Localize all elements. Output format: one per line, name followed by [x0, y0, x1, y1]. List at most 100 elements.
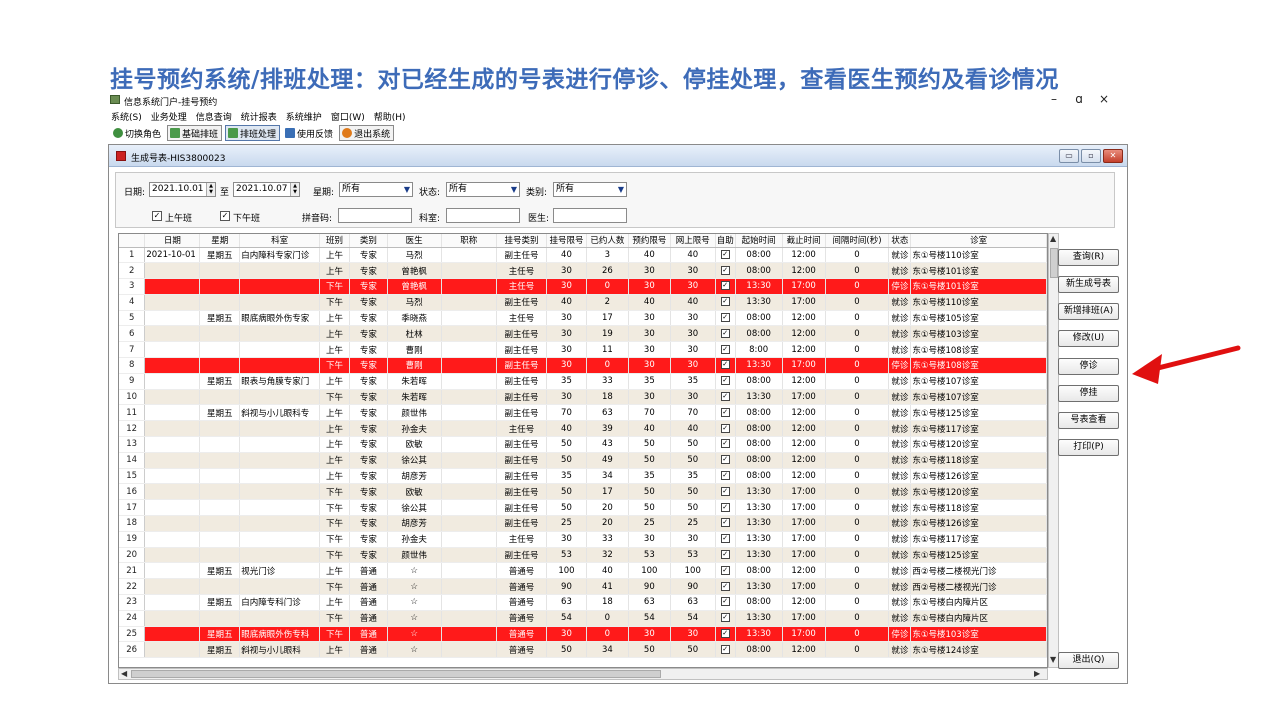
self-service-checkbox[interactable]: ✓	[720, 376, 730, 386]
self-service-checkbox[interactable]: ✓	[720, 265, 730, 275]
self-service-checkbox[interactable]: ✓	[720, 249, 730, 259]
column-header[interactable]: 预约限号	[628, 234, 671, 248]
switch-role-button[interactable]: 切换角色	[111, 125, 164, 141]
menu-maintenance[interactable]: 系统维护	[286, 110, 322, 123]
table-row[interactable]: 26 星期五 斜视与小儿眼科 上午 普通 ☆ 普通号 50 34 50 50 ✓ 08:00 12:00 0…	[119, 641, 1047, 659]
new-schedule-button[interactable]: 新生成号表	[1058, 276, 1119, 293]
scroll-right-icon[interactable]: ▶	[1034, 669, 1040, 678]
dept-input[interactable]	[446, 208, 520, 223]
table-row[interactable]: 16 下午 专家 欧敏 副主任号 50 17 50 50 ✓ 13:30 17:00 0 就诊 东①号楼12…	[119, 483, 1047, 501]
table-row[interactable]: 10 下午 专家 朱若晖 副主任号 30 18 30 30 ✓ 13:30 17:00 0 就诊 东①号楼1…	[119, 389, 1047, 406]
modify-button[interactable]: 修改(U)	[1058, 330, 1119, 347]
column-header[interactable]: 间隔时间(秒)	[825, 234, 890, 248]
self-service-checkbox[interactable]: ✓	[720, 407, 730, 417]
self-service-checkbox[interactable]: ✓	[720, 613, 730, 623]
horizontal-scroll-thumb[interactable]	[131, 670, 661, 678]
table-row[interactable]: 3 下午 专家 曾艳枫 主任号 30 0 30 30 ✓ 13:30 17:00 0 停诊 东①号楼101诊…	[119, 278, 1047, 295]
column-header[interactable]: 挂号类别	[496, 234, 547, 248]
menu-reports[interactable]: 统计报表	[241, 110, 277, 123]
stop-clinic-button[interactable]: 停诊	[1058, 358, 1119, 375]
table-row[interactable]: 17 下午 专家 徐公其 副主任号 50 20 50 50 ✓ 13:30 17:00 0 就诊 东①号楼1…	[119, 499, 1047, 517]
menu-help[interactable]: 帮助(H)	[374, 110, 406, 123]
column-header[interactable]: 医生	[387, 234, 442, 248]
column-header[interactable]	[119, 234, 146, 248]
restore-icon[interactable]: ▫	[1081, 149, 1101, 163]
table-row[interactable]: 19 下午 专家 孙金夫 主任号 30 33 30 30 ✓ 13:30 17:00 0 就诊 东①号楼11…	[119, 531, 1047, 548]
date-from-input[interactable]: 2021.10.01 ▲ ▼	[149, 182, 216, 197]
table-row[interactable]: 4 下午 专家 马烈 副主任号 40 2 40 40 ✓ 13:30 17:00 0 就诊 东①号楼110诊…	[119, 294, 1047, 311]
table-row[interactable]: 2 上午 专家 曾艳枫 主任号 30 26 30 30 ✓ 08:00 12:00 0 就诊 东①号楼101…	[119, 262, 1047, 280]
self-service-checkbox[interactable]: ✓	[720, 597, 730, 607]
table-row[interactable]: 21 星期五 视光门诊 上午 普通 ☆ 普通号 100 40 100 100 ✓ 08:00 12:00 0…	[119, 562, 1047, 580]
column-header[interactable]: 网上限号	[670, 234, 716, 248]
add-schedule-button[interactable]: 新增排班(A)	[1058, 303, 1119, 320]
close-icon[interactable]: ✕	[1103, 149, 1123, 163]
window-maximize-icon[interactable]: ɑ	[1069, 92, 1089, 106]
self-service-checkbox[interactable]: ✓	[720, 534, 730, 544]
self-service-checkbox[interactable]: ✓	[720, 328, 730, 338]
table-row[interactable]: 20 下午 专家 颜世伟 副主任号 53 32 53 53 ✓ 13:30 17:00 0 就诊 东①号楼1…	[119, 547, 1047, 564]
table-row[interactable]: 7 上午 专家 曹刚 副主任号 30 11 30 30 ✓ 8:00 12:00 0 就诊 东①号楼108诊…	[119, 341, 1047, 359]
self-service-checkbox[interactable]: ✓	[720, 423, 730, 433]
table-row[interactable]: 5 星期五 眼底病眼外伤专家 上午 专家 季晓燕 主任号 30 17 30 30 ✓ 08:00 12:0…	[119, 310, 1047, 327]
table-row[interactable]: 25 星期五 眼底病眼外伤专科 下午 普通 ☆ 普通号 30 0 30 30 ✓ 13:30 17:00 0…	[119, 626, 1047, 643]
horizontal-scrollbar[interactable]: ◀ ▶	[118, 668, 1048, 680]
table-row[interactable]: 13 上午 专家 欧敏 副主任号 50 43 50 50 ✓ 08:00 12:00 0 就诊 东①号楼12…	[119, 436, 1047, 453]
column-header[interactable]: 日期	[144, 234, 201, 248]
column-header[interactable]: 职称	[441, 234, 498, 248]
self-service-checkbox[interactable]: ✓	[720, 629, 730, 639]
chevron-down-icon[interactable]: ▼	[404, 183, 410, 196]
date-to-spinner-icon[interactable]: ▲ ▼	[290, 183, 299, 196]
doctor-input[interactable]	[553, 208, 627, 223]
self-service-checkbox[interactable]: ✓	[720, 297, 730, 307]
table-row[interactable]: 8 下午 专家 曹刚 副主任号 30 0 30 30 ✓ 13:30 17:00 0 停诊 东①号楼108诊…	[119, 357, 1047, 374]
self-service-checkbox[interactable]: ✓	[720, 344, 730, 354]
self-service-checkbox[interactable]: ✓	[720, 486, 730, 496]
category-select[interactable]: 所有 ▼	[553, 182, 627, 197]
column-header[interactable]: 类别	[349, 234, 388, 248]
table-row[interactable]: 23 星期五 白内障专科门诊 上午 普通 ☆ 普通号 63 18 63 63 ✓ 08:00 12:00 0…	[119, 594, 1047, 611]
table-row[interactable]: 22 下午 普通 ☆ 普通号 90 41 90 90 ✓ 13:30 17:00 0 就诊 西②号楼二楼视光…	[119, 578, 1047, 596]
morning-checkbox[interactable]: ✓	[152, 211, 162, 221]
stop-register-button[interactable]: 停挂	[1058, 385, 1119, 402]
table-row[interactable]: 6 上午 专家 杜林 副主任号 30 19 30 30 ✓ 08:00 12:00 0 就诊 东①号楼103…	[119, 325, 1047, 343]
column-header[interactable]: 挂号限号	[546, 234, 587, 248]
minimize-icon[interactable]: ▭	[1059, 149, 1079, 163]
self-service-checkbox[interactable]: ✓	[720, 455, 730, 465]
date-from-spinner-icon[interactable]: ▲ ▼	[206, 183, 215, 196]
self-service-checkbox[interactable]: ✓	[720, 581, 730, 591]
view-schedule-button[interactable]: 号表查看	[1058, 412, 1119, 429]
scroll-left-icon[interactable]: ◀	[121, 669, 127, 678]
exit-system-button[interactable]: 退出系统	[339, 125, 395, 141]
self-service-checkbox[interactable]: ✓	[720, 313, 730, 323]
column-header[interactable]: 科室	[239, 234, 321, 248]
column-header[interactable]: 诊室	[910, 234, 1047, 248]
table-row[interactable]: 15 上午 专家 胡彦芳 副主任号 35 34 35 35 ✓ 08:00 12:00 0 就诊 东①号楼1…	[119, 468, 1047, 485]
status-select[interactable]: 所有 ▼	[446, 182, 520, 197]
menu-system[interactable]: 系统(S)	[111, 110, 142, 123]
afternoon-checkbox[interactable]: ✓	[220, 211, 230, 221]
date-to-input[interactable]: 2021.10.07 ▲ ▼	[233, 182, 300, 197]
scroll-down-icon[interactable]: ▼	[1050, 655, 1056, 664]
self-service-checkbox[interactable]: ✓	[720, 439, 730, 449]
self-service-checkbox[interactable]: ✓	[720, 565, 730, 575]
column-header[interactable]: 已约人数	[586, 234, 629, 248]
chevron-down-icon[interactable]: ▼	[618, 183, 624, 196]
exit-button[interactable]: 退出(Q)	[1058, 652, 1119, 669]
table-row[interactable]: 24 下午 普通 ☆ 普通号 54 0 54 54 ✓ 13:30 17:00 0 就诊 东①号楼白内障片区	[119, 610, 1047, 627]
pinyin-input[interactable]	[338, 208, 412, 223]
menu-query[interactable]: 信息查询	[196, 110, 232, 123]
base-schedule-button[interactable]: 基础排班	[167, 125, 223, 141]
column-header[interactable]: 自助	[715, 234, 736, 248]
column-header[interactable]: 截止时间	[782, 234, 826, 248]
self-service-checkbox[interactable]: ✓	[720, 502, 730, 512]
self-service-checkbox[interactable]: ✓	[720, 360, 730, 370]
feedback-button[interactable]: 使用反馈	[283, 125, 336, 141]
menu-window[interactable]: 窗口(W)	[331, 110, 365, 123]
table-row[interactable]: 9 星期五 眼表与角膜专家门 上午 专家 朱若晖 副主任号 35 33 35 35 ✓ 08:00 12:…	[119, 373, 1047, 390]
window-close-icon[interactable]: ×	[1094, 92, 1114, 106]
column-header[interactable]: 状态	[888, 234, 912, 248]
self-service-checkbox[interactable]: ✓	[720, 471, 730, 481]
vertical-scroll-thumb[interactable]	[1050, 248, 1058, 278]
column-header[interactable]: 起始时间	[735, 234, 783, 248]
